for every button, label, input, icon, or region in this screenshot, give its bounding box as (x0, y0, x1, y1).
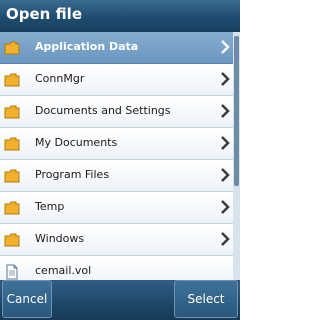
folder-icon (4, 136, 20, 151)
list-item-label: Windows (35, 232, 85, 245)
list-item[interactable]: My Documents (0, 128, 233, 160)
list-item[interactable]: ConnMgr (0, 64, 233, 96)
folder-icon (4, 232, 20, 247)
list-item-label: cemail.vol (35, 264, 92, 277)
chevron-right-icon[interactable] (219, 134, 231, 152)
chevron-right-icon[interactable] (219, 166, 231, 184)
softkey-bar: Cancel Select (0, 280, 240, 320)
file-icon (4, 264, 20, 280)
select-button[interactable]: Select (174, 280, 238, 318)
list-item-label: My Documents (35, 136, 118, 149)
scrollbar[interactable] (233, 32, 240, 280)
page-title: Open file (6, 5, 82, 23)
folder-icon (4, 168, 20, 183)
list-item[interactable]: Documents and Settings (0, 96, 233, 128)
folder-icon (4, 200, 20, 215)
list-item-label: ConnMgr (35, 72, 85, 85)
cancel-button[interactable]: Cancel (2, 280, 52, 318)
list-item-label: Program Files (35, 168, 110, 181)
folder-icon (4, 72, 20, 87)
chevron-right-icon[interactable] (219, 102, 231, 120)
chevron-right-icon[interactable] (219, 230, 231, 248)
file-list[interactable]: Application Data ConnMgr Documents and S… (0, 32, 240, 280)
chevron-right-icon[interactable] (219, 198, 231, 216)
folder-icon (4, 40, 20, 55)
list-item-label: Application Data (35, 40, 139, 53)
list-item[interactable]: Temp (0, 192, 233, 224)
folder-icon (4, 104, 20, 119)
title-bar: Open file (0, 0, 240, 32)
list-item[interactable]: cemail.vol (0, 256, 233, 280)
list-item[interactable]: Windows (0, 224, 233, 256)
scrollbar-thumb[interactable] (234, 36, 239, 186)
list-item-label: Temp (35, 200, 65, 213)
chevron-right-icon[interactable] (219, 70, 231, 88)
list-item[interactable]: Application Data (0, 32, 233, 64)
list-item[interactable]: Program Files (0, 160, 233, 192)
chevron-right-icon[interactable] (219, 38, 231, 56)
list-item-label: Documents and Settings (35, 104, 171, 117)
